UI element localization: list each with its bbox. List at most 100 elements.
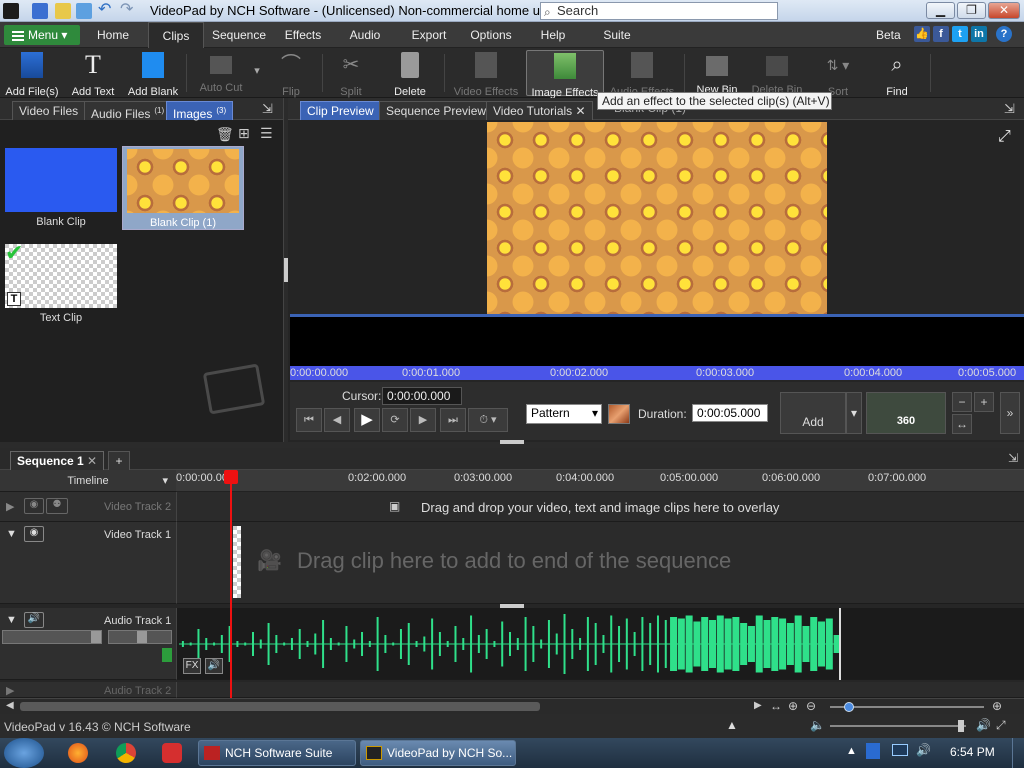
speaker-icon[interactable]: 🔊 [205,658,223,674]
menu-export[interactable]: Export [402,22,456,48]
delete-bin-button[interactable]: Delete Bin [748,50,806,96]
tab-audio-files[interactable]: Audio Files (1) [84,101,172,121]
tray-monitor-icon[interactable] [892,744,908,756]
fullscreen-icon[interactable]: ⤢ [998,128,1011,146]
menu-audio[interactable]: Audio [340,22,390,48]
fx-button[interactable]: FX [183,658,201,674]
cursor-position-field[interactable]: 0:00:00.000 [382,387,462,405]
volume-icon[interactable]: 🔊 [976,718,991,732]
master-volume-slider[interactable] [830,720,966,732]
zoom-out-icon[interactable]: ⊖ [806,699,816,713]
sort-button[interactable]: ⇅ ▾ Sort [816,50,860,98]
add-dropdown[interactable]: ▾ [846,392,862,434]
scroll-right-icon[interactable]: ▶ [754,700,762,711]
text-clip-block[interactable] [233,526,241,598]
mute-icon[interactable]: 🔈 [810,718,825,732]
delete-button[interactable]: Delete [386,50,434,98]
clock[interactable]: 6:54 PM [950,745,995,759]
zoom-in-icon[interactable]: ⊕ [788,699,798,713]
beta-label[interactable]: Beta [876,22,901,48]
play-button[interactable]: ▶ [354,408,380,432]
menu-button[interactable]: Menu ▾ [4,25,80,45]
audio-effects-button[interactable]: Audio Effects [606,50,678,98]
flip-button[interactable]: ⌒ Flip [266,50,316,98]
add-text-button[interactable]: T Add Text [66,50,120,99]
speaker-icon[interactable]: 🔊 [24,612,44,628]
clip-end-marker[interactable] [839,608,841,680]
undo-icon[interactable]: ↶ [98,2,114,19]
audio-track-1[interactable]: FX 🔊 [176,608,1024,680]
undock-icon[interactable]: ⇲ [1004,101,1015,117]
open-folder-icon[interactable] [55,3,71,19]
tab-images[interactable]: Images (3) [166,101,234,121]
firefox-icon[interactable] [68,743,88,763]
taskbar-nch-suite[interactable]: NCH Software Suite [198,740,356,766]
undock-icon[interactable]: ⇲ [262,101,278,117]
auto-cut-dropdown[interactable]: ▾ [252,50,262,96]
timeline-ruler[interactable]: 0:00:00.000 0:02:00.000 0:03:00.000 0:04… [176,470,1024,492]
close-button[interactable]: ✕ [988,2,1020,19]
fit-width-icon[interactable]: ↔ [952,414,972,434]
pane-splitter[interactable] [500,440,524,444]
menu-options[interactable]: Options [464,22,518,48]
tab-clip-preview[interactable]: Clip Preview [300,101,381,120]
tab-video-files[interactable]: Video Files [12,101,86,120]
pattern-select[interactable]: Pattern ▾ [526,404,602,424]
save-icon[interactable] [32,3,48,19]
preview-ruler[interactable]: 0:00:00.000 0:00:01.000 0:00:02.000 0:00… [290,366,1024,380]
menu-clips[interactable]: Clips [148,22,204,48]
playhead-handle[interactable] [224,470,238,484]
chrome-icon[interactable] [116,743,136,763]
close-tab-icon[interactable]: ✕ [87,454,97,468]
scroll-thumb[interactable] [20,702,540,711]
start-button[interactable] [4,738,44,768]
tab-sequence-preview[interactable]: Sequence Preview [379,101,494,120]
collapse-track-icon[interactable]: ▼ [6,528,17,540]
twitter-icon[interactable]: t [952,26,968,42]
playback-speed-button[interactable]: ⏱ ▾ [468,408,508,432]
tab-video-tutorials[interactable]: Video Tutorials ✕ [486,101,593,120]
show-desktop-button[interactable] [1012,738,1024,768]
new-project-icon[interactable] [76,3,92,19]
duration-field[interactable]: 0:00:05.000 [692,404,768,422]
step-forward-button[interactable]: ▶ [410,408,436,432]
volume-slider[interactable] [2,630,102,644]
step-back-button[interactable]: ◀ [324,408,350,432]
undock-icon[interactable]: ⇲ [1008,451,1018,465]
go-to-end-button[interactable]: ⏭ [440,408,466,432]
pattern-swatch[interactable] [608,404,630,424]
close-tab-icon[interactable]: ✕ [576,104,586,118]
new-folder-icon[interactable]: ⊞ [238,125,250,142]
linkedin-icon[interactable]: in [971,26,987,42]
add-to-sequence-button[interactable]: Add [780,392,846,434]
image-effects-button[interactable]: Image Effects [526,50,604,99]
clip-text[interactable]: ✔ T Text Clip [4,240,118,328]
add-blank-button[interactable]: Add Blank [126,50,180,98]
eye-icon[interactable]: ◉ [24,498,44,514]
menu-suite[interactable]: Suite [592,22,642,48]
group-icon[interactable]: ⚉ [46,498,68,514]
new-bin-button[interactable]: New Bin [692,50,742,96]
scroll-up-icon[interactable]: ▲ [726,718,738,732]
timeline-mode-select[interactable]: Timeline ▾ [0,470,176,492]
find-button[interactable]: ⌕ Find [872,50,922,98]
scroll-left-icon[interactable]: ◀ [6,700,14,711]
go-to-start-button[interactable]: ⏮ [296,408,322,432]
search-input[interactable]: ⌕ Search [540,2,778,20]
minimize-button[interactable]: ▁ [926,2,955,19]
facebook-icon[interactable]: f [933,26,949,42]
redo-icon[interactable]: ↷ [120,2,136,19]
pan-slider[interactable] [108,630,172,644]
add-files-button[interactable]: Add File(s) [4,50,60,98]
trash-icon[interactable]: 🗑 [216,126,234,143]
zoom-out-icon[interactable]: − [952,392,972,412]
audio-track-2[interactable] [176,682,1024,698]
expand-controls-icon[interactable]: » [1000,392,1020,434]
expand-track-icon[interactable]: ▶ [6,684,14,697]
clip-blank-1[interactable]: Blank Clip (1) [122,146,244,230]
tab-sequence-1[interactable]: Sequence 1 ✕ [10,451,105,470]
tray-volume-icon[interactable]: 🔊 [916,743,931,757]
help-icon[interactable]: ? [996,26,1012,42]
clip-blank[interactable]: Blank Clip [4,148,118,232]
expand-track-icon[interactable]: ▶ [6,500,14,513]
